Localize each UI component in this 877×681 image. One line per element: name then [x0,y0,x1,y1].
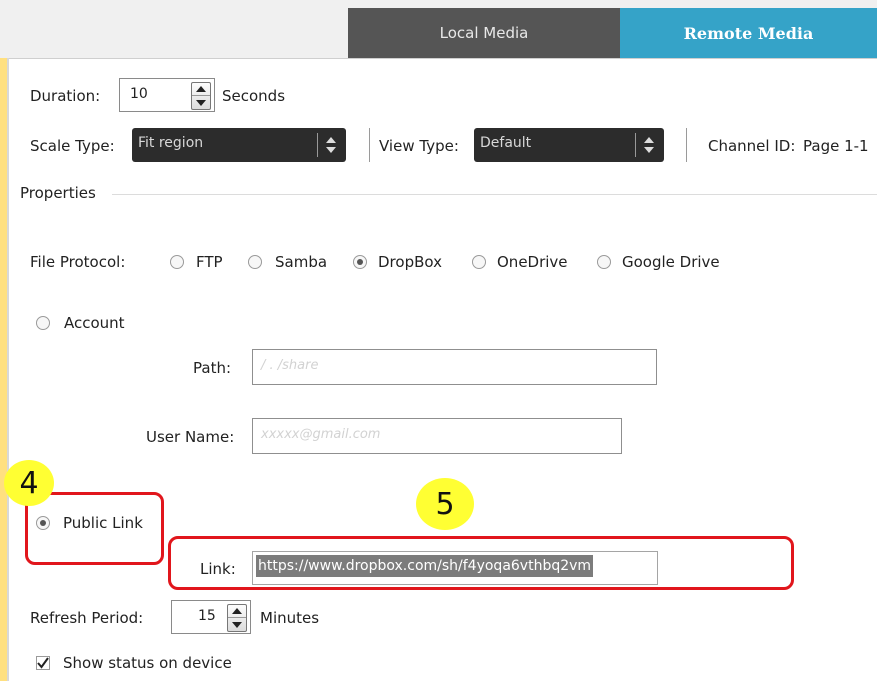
tab-remote-media-label: Remote Media [683,23,814,43]
radio-google-drive-label: Google Drive [622,253,720,271]
divider [686,128,687,162]
step-badge-5: 5 [416,478,474,530]
radio-onedrive[interactable] [472,255,486,269]
divider [369,128,370,162]
radio-samba-label: Samba [275,253,328,271]
checkmark-icon [37,657,49,669]
radio-onedrive-label: OneDrive [497,253,568,271]
refresh-period-spinner[interactable]: 15 [171,600,251,634]
radio-ftp-label: FTP [196,253,223,271]
duration-label: Duration: [30,87,101,105]
show-status-checkbox[interactable] [36,656,50,670]
step-number-5: 5 [435,486,455,522]
tab-local-media-label: Local Media [439,24,529,42]
file-protocol-label: File Protocol: [30,253,126,271]
spin-down-icon[interactable] [232,622,242,628]
channel-id-value: Page 1-1 [803,137,869,155]
scale-type-value: Fit region [138,135,204,151]
user-name-input[interactable]: xxxxx@gmail.com [252,418,622,454]
path-placeholder: / . /share [261,358,319,373]
radio-account[interactable] [36,316,50,330]
left-edge-stripe [0,58,7,681]
refresh-period-label: Refresh Period: [30,609,144,627]
step-number-4: 4 [19,465,39,501]
spin-down-icon[interactable] [196,100,206,106]
panel-top-border [9,58,877,59]
radio-dropbox-label: DropBox [378,253,442,271]
tab-local-media[interactable]: Local Media [348,8,620,58]
path-input[interactable]: / . /share [252,349,657,385]
view-type-value: Default [480,135,532,151]
spin-up-icon[interactable] [196,86,206,92]
radio-ftp[interactable] [170,255,184,269]
refresh-spin-arrows[interactable] [227,604,247,632]
user-name-label: User Name: [146,428,235,446]
left-edge-border [7,58,9,681]
callout-box-4 [25,492,164,565]
view-type-select[interactable]: Default [474,128,664,162]
properties-rule [112,194,877,195]
tab-remote-media[interactable]: Remote Media [620,8,877,58]
user-name-placeholder: xxxxx@gmail.com [261,427,381,442]
radio-google-drive[interactable] [597,255,611,269]
radio-account-label: Account [64,314,125,332]
duration-unit: Seconds [222,87,286,105]
radio-samba[interactable] [248,255,262,269]
path-label: Path: [193,359,232,377]
channel-id-label: Channel ID: [708,137,796,155]
duration-spin-arrows[interactable] [191,82,211,110]
select-arrows-icon [644,137,654,153]
view-type-label: View Type: [379,137,459,155]
duration-spinner[interactable]: 10 [119,78,215,112]
properties-title: Properties [20,184,96,202]
spin-up-icon[interactable] [232,608,242,614]
refresh-period-value: 15 [198,608,216,624]
refresh-period-unit: Minutes [260,609,320,627]
select-arrows-icon [326,137,336,153]
scale-type-select[interactable]: Fit region [132,128,346,162]
callout-box-5 [168,536,794,590]
radio-dropbox[interactable] [353,255,367,269]
scale-type-label: Scale Type: [30,137,115,155]
duration-value: 10 [130,86,148,102]
show-status-label: Show status on device [63,654,232,672]
step-badge-4: 4 [4,460,54,506]
